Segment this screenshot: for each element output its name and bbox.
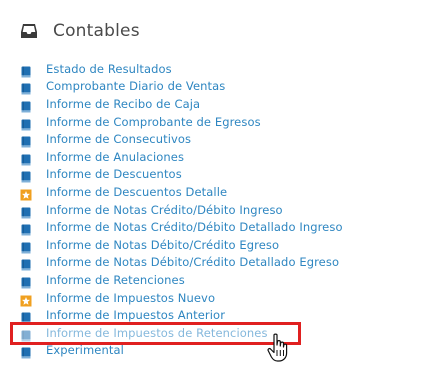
report-link-informe-de-notas-credito-debito-ingreso[interactable]: Informe de Notas Crédito/Débito Ingreso — [20, 201, 343, 219]
report-link-label: Informe de Notas Débito/Crédito Detallad… — [46, 255, 340, 270]
report-link-comprobante-diario-de-ventas[interactable]: Comprobante Diario de Ventas — [20, 78, 343, 96]
book-icon — [20, 63, 32, 78]
report-link-informe-de-descuentos[interactable]: Informe de Descuentos — [20, 166, 343, 184]
book-icon — [20, 221, 32, 236]
report-link-informe-de-descuentos-detalle[interactable]: Informe de Descuentos Detalle — [20, 183, 343, 201]
section-header: Contables — [20, 18, 140, 44]
book-icon — [20, 344, 32, 359]
section-title: Contables — [53, 21, 140, 41]
report-link-label: Experimental — [46, 343, 124, 358]
book-icon — [20, 168, 32, 183]
star-icon — [20, 186, 32, 201]
report-link-informe-de-recibo-de-caja[interactable]: Informe de Recibo de Caja — [20, 95, 343, 113]
report-link-informe-de-consecutivos[interactable]: Informe de Consecutivos — [20, 130, 343, 148]
report-link-informe-de-impuestos-nuevo[interactable]: Informe de Impuestos Nuevo — [20, 289, 343, 307]
inbox-tray-icon — [20, 22, 38, 40]
highlight-box — [10, 322, 301, 345]
star-icon — [20, 292, 32, 307]
book-icon — [20, 116, 32, 131]
book-icon — [20, 80, 32, 95]
report-link-label: Informe de Notas Débito/Crédito Egreso — [46, 237, 280, 252]
book-icon — [20, 204, 32, 219]
report-list: Estado de Resultados Comprobante Diario d… — [20, 60, 343, 359]
report-link-informe-de-comprobante-de-egresos[interactable]: Informe de Comprobante de Egresos — [20, 113, 343, 131]
report-link-label: Informe de Descuentos — [46, 167, 182, 182]
report-link-label: Informe de Notas Crédito/Débito Detallad… — [46, 220, 343, 235]
report-link-label: Informe de Impuestos Nuevo — [46, 290, 216, 305]
report-link-informe-de-notas-credito-debito-detallado-ingreso[interactable]: Informe de Notas Crédito/Débito Detallad… — [20, 218, 343, 236]
report-link-label: Estado de Resultados — [46, 61, 172, 76]
book-icon — [20, 274, 32, 289]
report-link-label: Informe de Consecutivos — [46, 132, 192, 147]
book-icon — [20, 309, 32, 324]
contables-panel: Contables Estado de Resultados Comprobant… — [0, 0, 426, 381]
report-link-label: Informe de Notas Crédito/Débito Ingreso — [46, 202, 283, 217]
report-link-label: Comprobante Diario de Ventas — [46, 79, 226, 94]
book-icon — [20, 133, 32, 148]
book-icon — [20, 256, 32, 271]
report-link-label: Informe de Impuestos Anterior — [46, 308, 226, 323]
report-link-label: Informe de Retenciones — [46, 272, 185, 287]
book-icon — [20, 239, 32, 254]
report-link-label: Informe de Anulaciones — [46, 149, 185, 164]
book-icon — [20, 98, 32, 113]
report-link-informe-de-notas-debito-credito-egreso[interactable]: Informe de Notas Débito/Crédito Egreso — [20, 236, 343, 254]
report-link-label: Informe de Recibo de Caja — [46, 96, 201, 111]
hand-pointer-icon — [267, 333, 289, 363]
report-link-informe-de-retenciones[interactable]: Informe de Retenciones — [20, 271, 343, 289]
report-link-label: Informe de Comprobante de Egresos — [46, 114, 261, 129]
report-link-informe-de-notas-debito-credito-detallado-egreso[interactable]: Informe de Notas Débito/Crédito Detallad… — [20, 254, 343, 272]
report-link-informe-de-anulaciones[interactable]: Informe de Anulaciones — [20, 148, 343, 166]
report-link-label: Informe de Descuentos Detalle — [46, 184, 228, 199]
report-link-estado-de-resultados[interactable]: Estado de Resultados — [20, 60, 343, 78]
book-icon — [20, 151, 32, 166]
